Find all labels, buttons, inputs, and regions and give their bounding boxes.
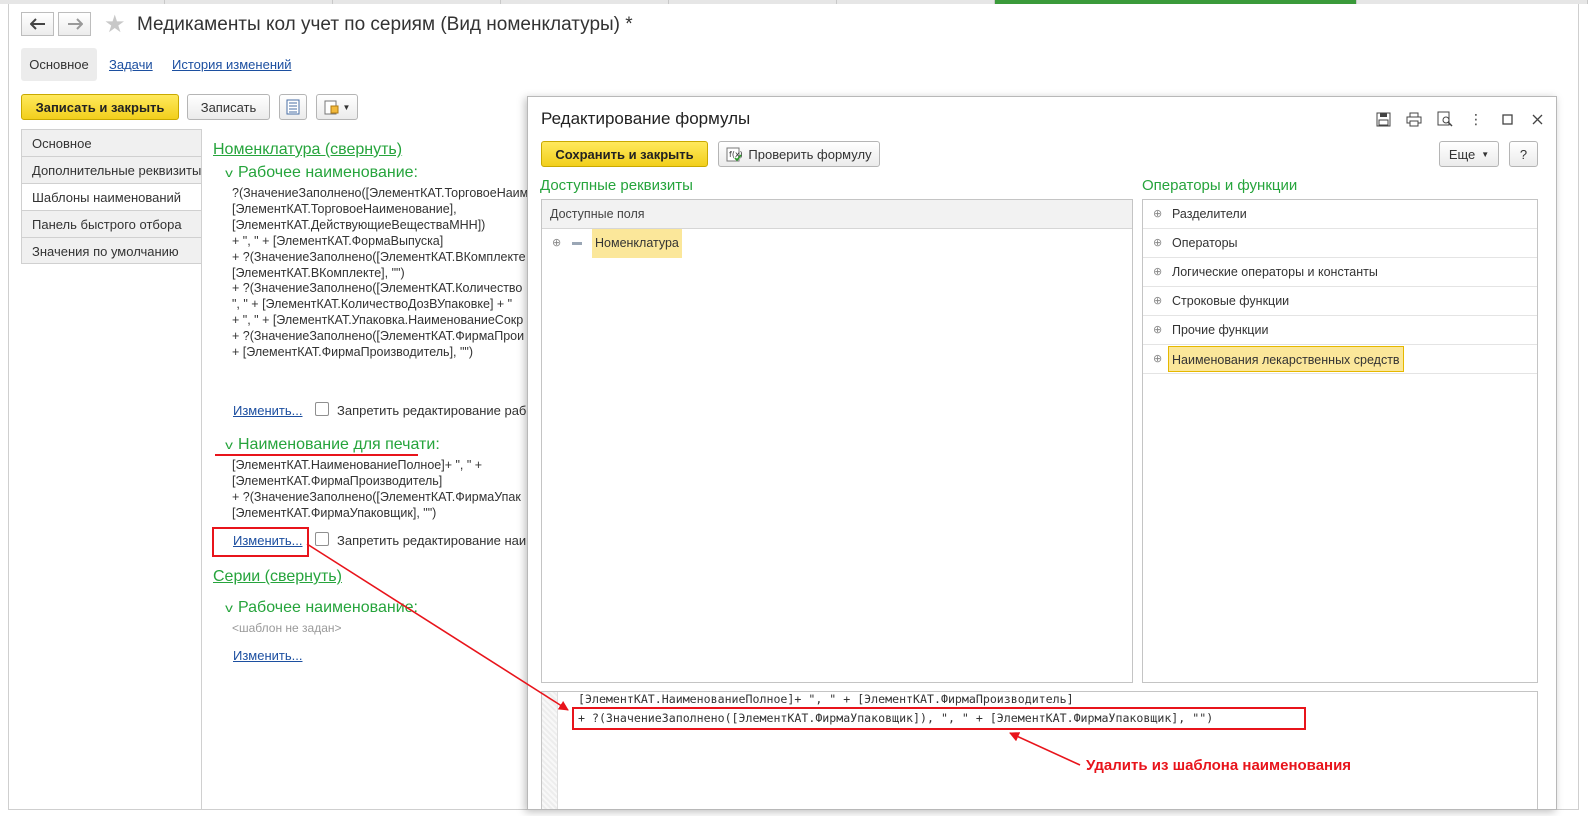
arrow-to-highlight (1009, 732, 1081, 766)
annotation-arrows (306, 543, 1081, 766)
arrow-to-editor (306, 543, 569, 711)
